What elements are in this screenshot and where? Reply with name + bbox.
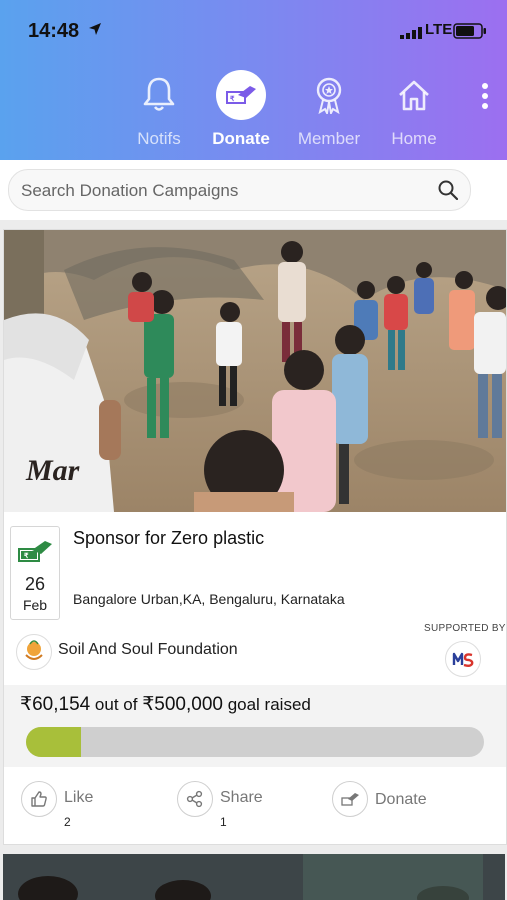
campaign-location: Bangalore Urban,KA, Bengaluru, Karnataka xyxy=(73,591,345,607)
home-icon xyxy=(374,73,454,117)
raised-suffix: goal raised xyxy=(222,695,311,714)
progress-bar-fill xyxy=(26,727,81,757)
campaign-date-badge: ₹ 26 Feb xyxy=(10,526,60,620)
campaign-date-day: 26 xyxy=(24,574,46,594)
progress-section: ₹60,154 out of ₹500,000 goal raised xyxy=(4,685,506,767)
share-icon xyxy=(177,781,213,817)
raised-amount: ₹60,154 xyxy=(20,694,91,715)
campaign-title[interactable]: Sponsor for Zero plastic xyxy=(73,528,264,549)
status-bar: 14:48 LTE xyxy=(0,18,507,46)
app-header: 14:48 LTE Notifs ₹ Donate Member Home xyxy=(0,0,507,160)
search-icon[interactable] xyxy=(438,180,459,205)
location-arrow-icon xyxy=(88,22,102,41)
status-time: 14:48 xyxy=(28,20,80,42)
search-input[interactable] xyxy=(19,170,423,212)
svg-text:₹: ₹ xyxy=(24,552,29,560)
campaign-card[interactable]: Mar ₹ 26 Feb Sponsor for Zero plastic Ba… xyxy=(3,229,507,845)
nav-home[interactable]: Home xyxy=(374,73,454,149)
nav-member-label: Member xyxy=(297,129,361,148)
nav-home-label: Home xyxy=(391,129,437,148)
bell-icon xyxy=(119,73,199,117)
donate-label: Donate xyxy=(375,791,427,808)
raised-out-of: out of xyxy=(90,695,143,714)
organization-logo[interactable] xyxy=(16,634,52,670)
signal-icon xyxy=(400,26,422,44)
supported-by-label: SUPPORTED BY xyxy=(424,623,506,634)
nav-member[interactable]: Member xyxy=(289,73,369,149)
progress-bar xyxy=(26,727,484,757)
nav-donate[interactable]: ₹ Donate xyxy=(201,70,281,149)
like-label: Like xyxy=(64,789,94,806)
campaign-photo[interactable]: Mar xyxy=(4,230,506,512)
network-type: LTE xyxy=(425,21,453,38)
svg-text:₹: ₹ xyxy=(230,95,235,103)
raised-text: ₹60,154 out of ₹500,000 goal raised xyxy=(20,693,311,716)
search-box xyxy=(8,169,471,212)
goal-amount: ₹500,000 xyxy=(142,694,223,715)
nav-donate-label: Donate xyxy=(212,129,270,148)
share-label: Share xyxy=(220,789,263,806)
nav-notifs[interactable]: Notifs xyxy=(119,73,199,149)
donate-hand-icon xyxy=(332,781,368,817)
sponsor-logo[interactable] xyxy=(445,641,481,677)
donate-icon: ₹ xyxy=(216,70,266,120)
donate-cash-icon: ₹ xyxy=(11,539,59,568)
share-count: 1 xyxy=(220,815,227,829)
battery-icon xyxy=(453,23,487,44)
svg-text:Mar: Mar xyxy=(25,454,80,487)
search-bar-container xyxy=(0,160,507,220)
more-vertical-icon[interactable] xyxy=(478,83,492,113)
nav-notifs-label: Notifs xyxy=(137,129,181,148)
campaign-date-month: Feb xyxy=(22,597,48,613)
like-count: 2 xyxy=(64,815,71,829)
organization-name[interactable]: Soil And Soul Foundation xyxy=(58,641,238,659)
next-campaign-card[interactable] xyxy=(3,854,505,900)
badge-icon xyxy=(289,73,369,117)
thumbs-up-icon xyxy=(21,781,57,817)
